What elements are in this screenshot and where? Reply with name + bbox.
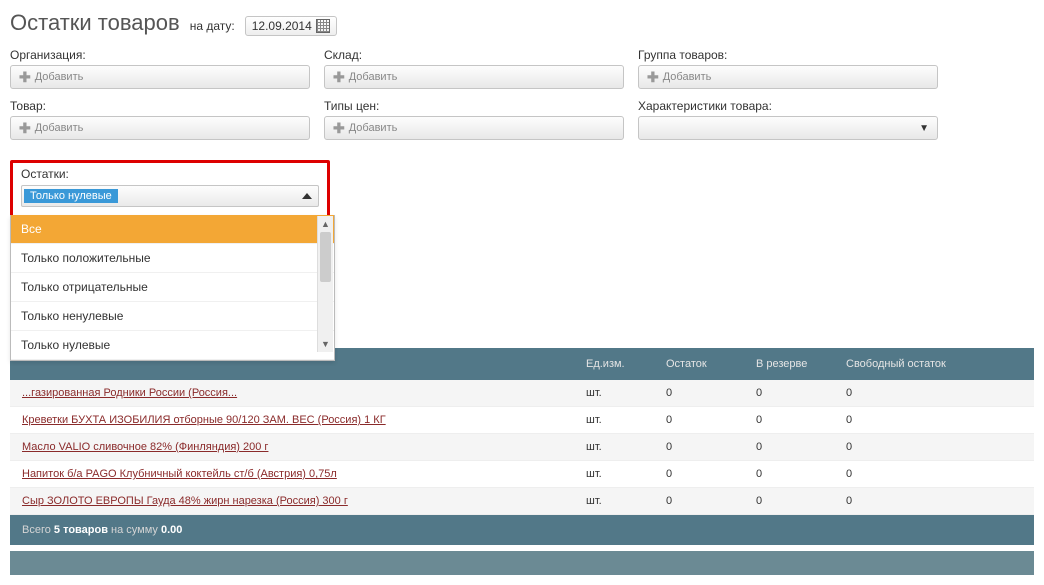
add-group-button[interactable]: ✚ Добавить xyxy=(638,65,938,89)
stock-filter-highlight: Остатки: Только нулевые xyxy=(10,160,330,218)
add-text: Добавить xyxy=(35,71,84,83)
plus-icon: ✚ xyxy=(333,70,345,84)
table-row: Сыр ЗОЛОТО ЕВРОПЫ Гауда 48% жирн нарезка… xyxy=(10,488,1034,515)
filter-group: Группа товаров: ✚ Добавить xyxy=(638,48,938,89)
filter-label: Склад: xyxy=(324,48,624,62)
chevron-up-icon xyxy=(302,193,312,199)
cell-free: 0 xyxy=(846,441,1026,453)
plus-icon: ✚ xyxy=(647,70,659,84)
scroll-up-icon[interactable]: ▲ xyxy=(318,216,333,232)
table-row: Масло VALIO сливочное 82% (Финляндия) 20… xyxy=(10,434,1034,461)
footer-prefix: Всего xyxy=(22,524,51,536)
page-title: Остатки товаров xyxy=(10,10,180,36)
bottom-bar xyxy=(10,551,1034,575)
scroll-thumb[interactable] xyxy=(320,232,331,282)
cell-unit: шт. xyxy=(586,441,666,453)
dropdown-option[interactable]: Только ненулевые xyxy=(11,302,334,331)
stock-filter-wrapper: Остатки: Только нулевые Все Только полож… xyxy=(10,160,330,218)
filter-label: Организация: xyxy=(10,48,310,62)
filter-organization: Организация: ✚ Добавить xyxy=(10,48,310,89)
scrollbar[interactable]: ▲ ▼ xyxy=(317,216,333,352)
table-row: ...газированная Родники России (Россия..… xyxy=(10,380,1034,407)
stock-dropdown-list: Все Только положительные Только отрицате… xyxy=(10,215,335,361)
stock-selected-value: Только нулевые xyxy=(24,189,118,203)
table-row: Напиток б/а PAGO Клубничный коктейль ст/… xyxy=(10,461,1034,488)
table-area: Ед.изм. Остаток В резерве Свободный оста… xyxy=(10,348,1034,545)
cell-stock: 0 xyxy=(666,414,756,426)
cell-reserve: 0 xyxy=(756,468,846,480)
chevron-down-icon: ▼ xyxy=(919,123,929,134)
cell-stock: 0 xyxy=(666,387,756,399)
plus-icon: ✚ xyxy=(19,70,31,84)
cell-reserve: 0 xyxy=(756,441,846,453)
cell-free: 0 xyxy=(846,414,1026,426)
cell-stock: 0 xyxy=(666,495,756,507)
cell-unit: шт. xyxy=(586,495,666,507)
cell-reserve: 0 xyxy=(756,387,846,399)
filter-price-types: Типы цен: ✚ Добавить xyxy=(324,99,624,140)
calendar-icon[interactable] xyxy=(316,19,330,33)
col-unit-header: Ед.изм. xyxy=(586,358,666,370)
footer-count: 5 товаров xyxy=(54,524,108,536)
product-link[interactable]: Масло VALIO сливочное 82% (Финляндия) 20… xyxy=(22,441,268,453)
filter-label: Группа товаров: xyxy=(638,48,938,62)
cell-free: 0 xyxy=(846,468,1026,480)
filter-label: Характеристики товара: xyxy=(638,99,938,113)
footer-mid: на сумму xyxy=(111,524,158,536)
scroll-down-icon[interactable]: ▼ xyxy=(318,336,333,352)
add-text: Добавить xyxy=(35,122,84,134)
add-text: Добавить xyxy=(349,122,398,134)
product-link[interactable]: ...газированная Родники России (Россия..… xyxy=(22,387,237,399)
cell-reserve: 0 xyxy=(756,495,846,507)
product-link[interactable]: Креветки БУХТА ИЗОБИЛИЯ отборные 90/120 … xyxy=(22,414,386,426)
add-organization-button[interactable]: ✚ Добавить xyxy=(10,65,310,89)
cell-unit: шт. xyxy=(586,414,666,426)
add-warehouse-button[interactable]: ✚ Добавить xyxy=(324,65,624,89)
filter-label: Типы цен: xyxy=(324,99,624,113)
cell-stock: 0 xyxy=(666,468,756,480)
plus-icon: ✚ xyxy=(19,121,31,135)
footer-sum: 0.00 xyxy=(161,524,182,536)
plus-icon: ✚ xyxy=(333,121,345,135)
cell-free: 0 xyxy=(846,387,1026,399)
page-header: Остатки товаров на дату: 12.09.2014 xyxy=(10,10,1034,36)
product-link[interactable]: Напиток б/а PAGO Клубничный коктейль ст/… xyxy=(22,468,337,480)
filter-label: Товар: xyxy=(10,99,310,113)
filter-characteristics: Характеристики товара: ▼ xyxy=(638,99,938,140)
dropdown-option[interactable]: Все xyxy=(11,215,334,244)
cell-unit: шт. xyxy=(586,468,666,480)
add-text: Добавить xyxy=(663,71,712,83)
filter-product: Товар: ✚ Добавить xyxy=(10,99,310,140)
dropdown-option[interactable]: Только положительные xyxy=(11,244,334,273)
cell-reserve: 0 xyxy=(756,414,846,426)
col-stock-header: Остаток xyxy=(666,358,756,370)
filters-grid: Организация: ✚ Добавить Склад: ✚ Добавит… xyxy=(10,48,1034,150)
date-label: на дату: xyxy=(190,19,235,33)
stock-select[interactable]: Только нулевые xyxy=(21,185,319,207)
characteristics-dropdown[interactable]: ▼ xyxy=(638,116,938,140)
add-text: Добавить xyxy=(349,71,398,83)
filter-warehouse: Склад: ✚ Добавить xyxy=(324,48,624,89)
table-row: Креветки БУХТА ИЗОБИЛИЯ отборные 90/120 … xyxy=(10,407,1034,434)
cell-unit: шт. xyxy=(586,387,666,399)
product-link[interactable]: Сыр ЗОЛОТО ЕВРОПЫ Гауда 48% жирн нарезка… xyxy=(22,495,348,507)
dropdown-option[interactable]: Только нулевые xyxy=(11,331,334,360)
table-footer: Всего 5 товаров на сумму 0.00 xyxy=(10,515,1034,545)
add-product-button[interactable]: ✚ Добавить xyxy=(10,116,310,140)
col-free-header: Свободный остаток xyxy=(846,358,1026,370)
dropdown-option[interactable]: Только отрицательные xyxy=(11,273,334,302)
add-price-type-button[interactable]: ✚ Добавить xyxy=(324,116,624,140)
cell-free: 0 xyxy=(846,495,1026,507)
col-reserve-header: В резерве xyxy=(756,358,846,370)
cell-stock: 0 xyxy=(666,441,756,453)
date-value: 12.09.2014 xyxy=(252,19,312,33)
filter-label: Остатки: xyxy=(21,167,319,181)
date-picker[interactable]: 12.09.2014 xyxy=(245,16,337,36)
